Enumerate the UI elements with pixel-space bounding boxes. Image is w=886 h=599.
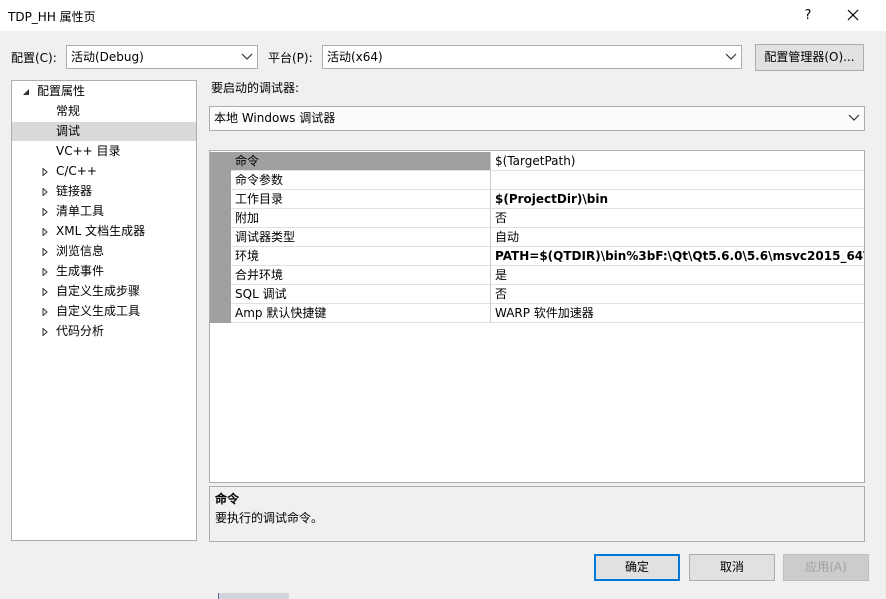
tree-item[interactable]: 自定义生成工具 — [12, 302, 196, 321]
property-grid: 命令 $(TargetPath) 命令参数 工作目录 $(ProjectDir)\bin… — [209, 150, 865, 483]
tree-item-label: 自定义生成工具 — [56, 304, 141, 318]
cancel-button[interactable]: 取消 — [689, 554, 775, 581]
property-name: 工作目录 — [231, 190, 491, 209]
row-gutter — [210, 152, 231, 171]
property-row[interactable]: 命令参数 — [210, 171, 864, 190]
tree-item-label: 生成事件 — [56, 264, 105, 278]
property-row[interactable]: 环境 PATH=$(QTDIR)\bin%3bF:\Qt\Qt5.6.0\5.6\… — [210, 247, 864, 266]
property-name: 命令参数 — [231, 171, 491, 190]
tree-item[interactable]: 配置属性 — [12, 82, 196, 101]
property-value[interactable]: 自动 — [491, 228, 864, 247]
tree-collapsed-icon[interactable] — [39, 242, 49, 261]
row-gutter — [210, 171, 231, 190]
property-value[interactable]: $(TargetPath) — [491, 152, 864, 171]
tree-item[interactable]: 自定义生成步骤 — [12, 282, 196, 301]
property-name: 命令 — [231, 152, 491, 171]
tree-item-label: 代码分析 — [56, 324, 105, 338]
tree-item-label: 调试 — [56, 124, 81, 138]
row-gutter — [210, 190, 231, 209]
tree-item[interactable]: 常规 — [12, 102, 196, 121]
tree-item-label: VC++ 目录 — [56, 144, 121, 158]
property-name: 附加 — [231, 209, 491, 228]
tree-collapsed-icon[interactable] — [39, 202, 49, 221]
property-value[interactable]: 否 — [491, 285, 864, 304]
apply-button[interactable]: 应用(A) — [783, 554, 869, 581]
tree-item[interactable]: C/C++ — [12, 162, 196, 181]
window-title: TDP_HH 属性页 — [8, 10, 96, 24]
title-bar: TDP_HH 属性页 ? — [0, 0, 886, 31]
tree-item[interactable]: 代码分析 — [12, 322, 196, 341]
config-label: 配置(C): — [11, 51, 57, 65]
property-row[interactable]: SQL 调试否 — [210, 285, 864, 304]
debugger-label: 要启动的调试器: — [211, 81, 300, 95]
property-row[interactable]: 合并环境是 — [210, 266, 864, 285]
property-tree: 配置属性常规调试 VC++ 目录 C/C++ 链接器清单工具 XML 文档生成器 浏览信息… — [11, 80, 197, 541]
tree-item[interactable]: 浏览信息 — [12, 242, 196, 261]
property-row[interactable]: 命令 $(TargetPath) — [210, 152, 864, 171]
description-text: 要执行的调试命令。 — [215, 511, 324, 525]
tree-item-label: 常规 — [56, 104, 81, 118]
description-title: 命令 — [215, 492, 240, 506]
platform-select[interactable]: 活动(x64) — [322, 45, 742, 69]
property-row[interactable]: Amp 默认快捷键 WARP 软件加速器 — [210, 304, 864, 323]
config-select[interactable]: 活动(Debug) — [66, 45, 258, 69]
tree-collapsed-icon[interactable] — [39, 322, 49, 341]
row-gutter — [210, 285, 231, 304]
tree-collapsed-icon[interactable] — [39, 262, 49, 281]
tree-item[interactable]: 链接器 — [12, 182, 196, 201]
tree-collapsed-icon[interactable] — [39, 222, 49, 241]
tree-item[interactable]: 生成事件 — [12, 262, 196, 281]
tree-item-label: C/C++ — [56, 164, 97, 178]
property-name: 调试器类型 — [231, 228, 491, 247]
property-value[interactable] — [491, 171, 864, 190]
row-gutter — [210, 209, 231, 228]
row-gutter — [210, 228, 231, 247]
property-value[interactable]: $(ProjectDir)\bin — [491, 190, 864, 209]
config-manager-button[interactable]: 配置管理器(O)... — [755, 44, 864, 71]
tree-item[interactable]: XML 文档生成器 — [12, 222, 196, 241]
row-gutter — [210, 266, 231, 285]
platform-label: 平台(P): — [268, 51, 313, 65]
ok-button[interactable]: 确定 — [594, 554, 680, 581]
tree-expanded-icon[interactable] — [20, 82, 30, 101]
tree-item[interactable]: VC++ 目录 — [12, 142, 196, 161]
description-panel: 命令 要执行的调试命令。 — [209, 486, 865, 542]
tree-item-label: 自定义生成步骤 — [56, 284, 141, 298]
row-gutter — [210, 247, 231, 266]
property-value[interactable]: WARP 软件加速器 — [491, 304, 864, 323]
property-name: 环境 — [231, 247, 491, 266]
property-row[interactable]: 工作目录 $(ProjectDir)\bin — [210, 190, 864, 209]
close-button[interactable] — [842, 4, 864, 26]
debugger-select[interactable]: 本地 Windows 调试器 — [209, 106, 865, 131]
property-row[interactable]: 调试器类型 自动 — [210, 228, 864, 247]
tree-item[interactable]: 调试 — [12, 122, 196, 141]
property-value[interactable]: 是 — [491, 266, 864, 285]
property-name: SQL 调试 — [231, 285, 491, 304]
tree-item-label: 浏览信息 — [56, 244, 105, 258]
tree-item-label: XML 文档生成器 — [56, 224, 146, 238]
tree-item[interactable]: 清单工具 — [12, 202, 196, 221]
tree-item-label: 配置属性 — [37, 84, 86, 98]
chevron-down-icon — [848, 107, 860, 129]
chevron-down-icon — [725, 46, 737, 68]
platform-select-value: 活动(x64) — [327, 50, 383, 64]
background-window-edge — [218, 593, 289, 599]
chevron-down-icon — [241, 46, 253, 68]
property-value[interactable]: PATH=$(QTDIR)\bin%3bF:\Qt\Qt5.6.0\5.6\ms… — [491, 247, 864, 266]
tree-collapsed-icon[interactable] — [39, 182, 49, 201]
tree-collapsed-icon[interactable] — [39, 162, 49, 181]
tree-collapsed-icon[interactable] — [39, 302, 49, 321]
property-value[interactable]: 否 — [491, 209, 864, 228]
tree-collapsed-icon[interactable] — [39, 282, 49, 301]
property-name: Amp 默认快捷键 — [231, 304, 491, 323]
config-select-value: 活动(Debug) — [71, 50, 144, 64]
debugger-select-value: 本地 Windows 调试器 — [214, 111, 336, 125]
tree-item-label: 清单工具 — [56, 204, 105, 218]
help-button[interactable]: ? — [796, 6, 820, 26]
tree-item-label: 链接器 — [56, 184, 93, 198]
row-gutter — [210, 304, 231, 323]
close-icon — [847, 9, 859, 21]
property-name: 合并环境 — [231, 266, 491, 285]
property-row[interactable]: 附加否 — [210, 209, 864, 228]
